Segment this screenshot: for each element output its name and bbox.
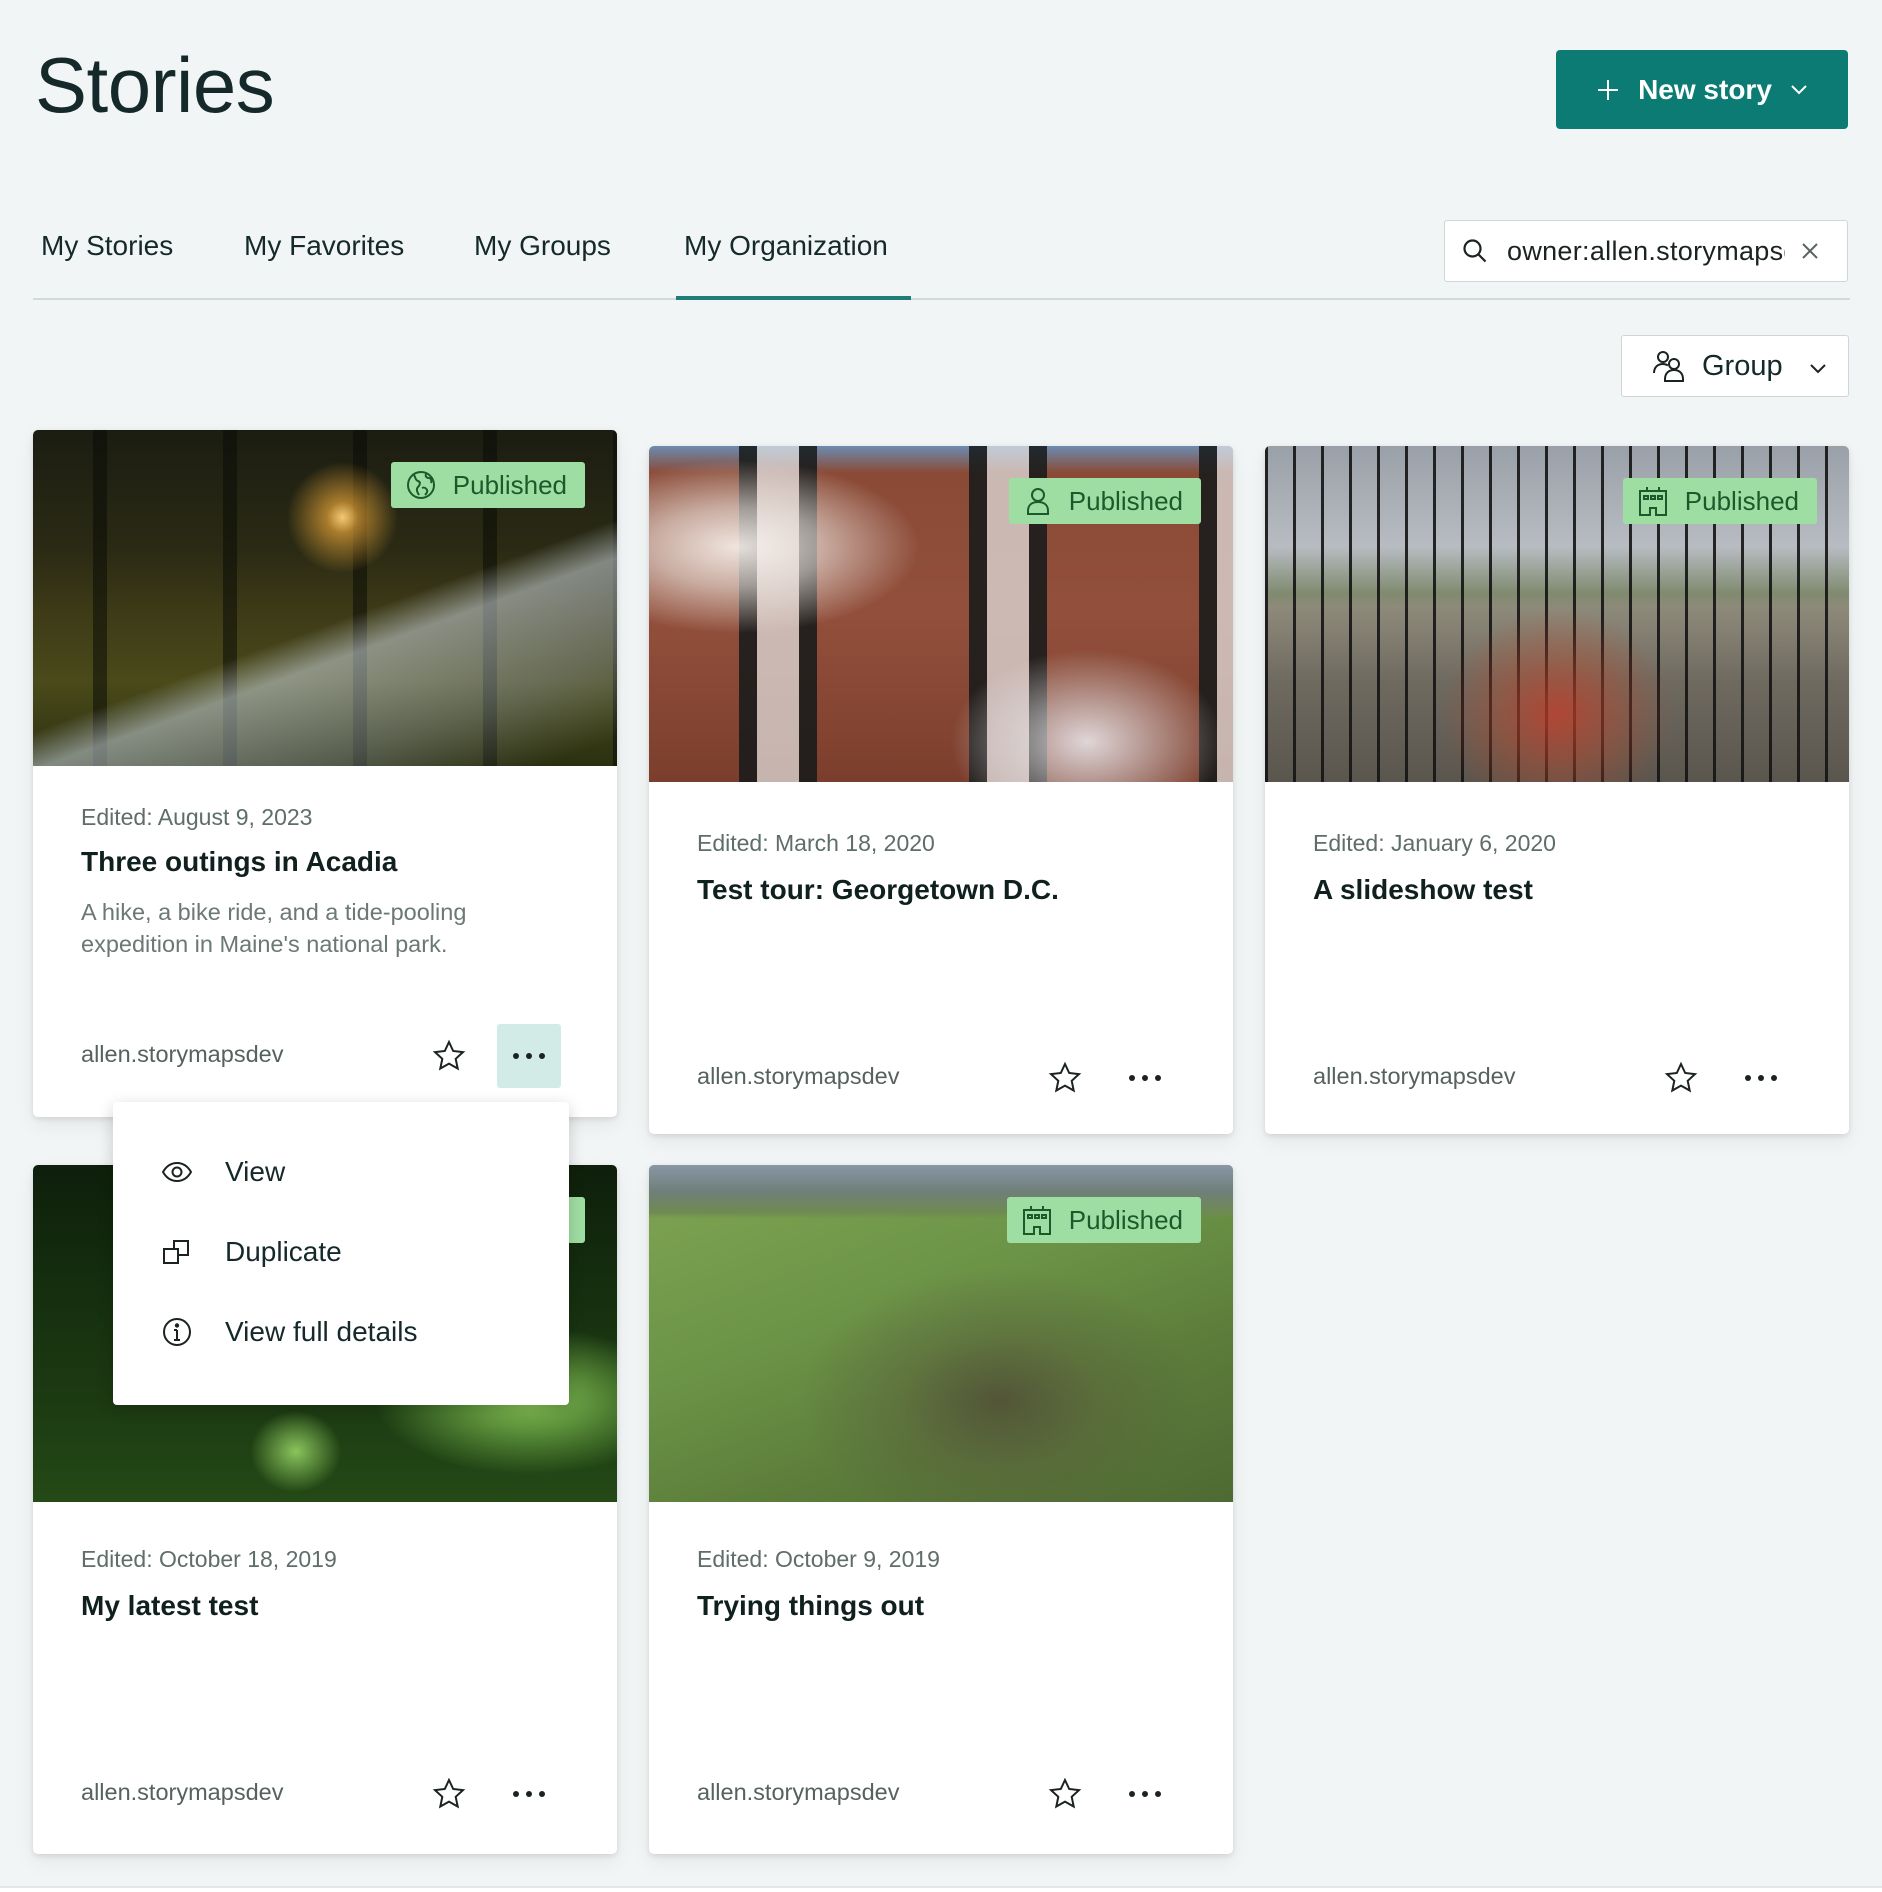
footer [0,1888,1882,1892]
badge-label: Published [452,469,567,500]
story-title[interactable]: A slideshow test [1313,874,1533,906]
tab-my-stories[interactable]: My Stories [41,230,173,262]
story-description: A hike, a bike ride, and a tide-pooling … [81,899,467,957]
page-title: Stories [35,41,275,129]
new-story-button[interactable]: New story [1556,50,1848,129]
edited-date: Edited: March 18, 2020 [697,830,935,856]
plus-icon [1596,78,1620,102]
tab-my-favorites[interactable]: My Favorites [244,230,404,262]
star-icon [1048,1061,1082,1093]
story-author: allen.storymapsdev [81,1779,284,1805]
published-badge: Published [390,462,585,508]
ellipsis-icon [1129,1791,1161,1797]
organization-icon [1021,1204,1053,1236]
story-card[interactable]: Published Edited: March 18, 2020 Test to… [649,446,1233,1134]
story-title[interactable]: Three outings in Acadia [81,846,397,878]
menu-item-duplicate[interactable]: Duplicate [113,1212,569,1292]
more-options-button[interactable] [1113,1046,1177,1110]
favorite-button[interactable] [1045,1058,1085,1098]
tab-my-organization[interactable]: My Organization [684,230,888,262]
eye-icon [161,1156,193,1188]
story-author: allen.storymapsdev [697,1063,900,1089]
chevron-down-icon [1809,350,1827,383]
star-icon [432,1777,466,1809]
edited-date: Edited: January 6, 2020 [1313,830,1556,856]
tab-my-groups[interactable]: My Groups [474,230,611,262]
menu-item-label: Duplicate [225,1236,342,1267]
group-filter-dropdown[interactable]: Group [1621,335,1849,397]
story-author: allen.storymapsdev [1313,1063,1516,1089]
ellipsis-icon [513,1791,545,1797]
ellipsis-icon [1745,1075,1777,1081]
star-icon [1664,1061,1698,1093]
more-options-button[interactable] [1113,1762,1177,1826]
chevron-down-icon [1790,84,1808,96]
new-story-label: New story [1638,73,1772,105]
ellipsis-icon [513,1053,545,1059]
more-options-button[interactable] [1729,1046,1793,1110]
close-icon[interactable] [1799,240,1821,262]
more-options-button[interactable] [497,1024,561,1088]
edited-date: Edited: October 9, 2019 [697,1546,940,1572]
story-author: allen.storymapsdev [81,1041,284,1067]
overflow-menu: View Duplicate View full details [113,1102,569,1405]
search-field[interactable] [1444,220,1848,282]
tab-divider [33,298,1850,300]
published-badge: Published [1622,478,1817,524]
organization-icon [1637,485,1669,517]
menu-item-label: View [225,1156,286,1187]
published-badge: Published [1008,478,1201,524]
badge-label: Published [1684,485,1799,516]
ellipsis-icon [1129,1075,1161,1081]
story-card[interactable]: Published Edited: October 9, 2019 Trying… [649,1165,1233,1854]
active-tab-indicator [676,296,911,300]
menu-item-label: View full details [225,1316,418,1347]
edited-date: Edited: August 9, 2023 [81,804,313,830]
star-icon [432,1039,466,1071]
people-icon [1652,349,1686,383]
story-card[interactable]: Published Edited: January 6, 2020 A slid… [1265,446,1849,1134]
star-icon [1048,1777,1082,1809]
favorite-button[interactable] [429,1774,469,1814]
search-icon [1461,237,1489,265]
more-options-button[interactable] [497,1762,561,1826]
edited-date: Edited: October 18, 2019 [81,1546,337,1572]
menu-item-view[interactable]: View [113,1132,569,1212]
story-card[interactable]: Published Edited: August 9, 2023 Three o… [33,430,617,1117]
story-title[interactable]: Test tour: Georgetown D.C. [697,874,1059,906]
person-icon [1023,486,1053,516]
search-input[interactable] [1507,235,1785,267]
group-filter-label: Group [1702,349,1783,382]
story-author: allen.storymapsdev [697,1779,900,1805]
story-title[interactable]: Trying things out [697,1590,924,1622]
favorite-button[interactable] [1661,1058,1701,1098]
favorite-button[interactable] [429,1036,469,1076]
story-title[interactable]: My latest test [81,1590,258,1622]
duplicate-icon [161,1236,193,1268]
globe-icon [405,469,437,501]
menu-item-view-full-details[interactable]: View full details [113,1292,569,1372]
favorite-button[interactable] [1045,1774,1085,1814]
badge-label: Published [1068,485,1183,516]
info-icon [161,1316,193,1348]
badge-label: Published [1068,1204,1183,1235]
published-badge: Published [1006,1197,1201,1243]
